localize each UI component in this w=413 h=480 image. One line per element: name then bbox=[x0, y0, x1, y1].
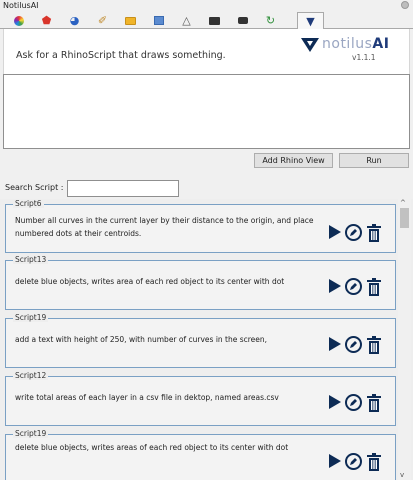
notilus-logo-icon: ▼ bbox=[306, 14, 315, 28]
tab-bar: ⬟ ◕ ✐ △ ↻ ▼ bbox=[0, 11, 413, 29]
camera-icon bbox=[237, 17, 248, 24]
run-button[interactable]: Run bbox=[339, 153, 409, 168]
script-actions bbox=[329, 394, 383, 412]
tab-image[interactable] bbox=[145, 13, 172, 28]
monitor-icon bbox=[209, 16, 220, 25]
prompt-instruction: Ask for a RhinoScript that draws somethi… bbox=[16, 50, 226, 61]
edit-script-icon[interactable] bbox=[345, 278, 362, 295]
run-script-icon[interactable] bbox=[329, 337, 341, 351]
script-list: Script6 Number all curves in the current… bbox=[0, 199, 413, 480]
pencil-icon: ✐ bbox=[97, 14, 108, 27]
scroll-thumb[interactable] bbox=[400, 208, 409, 228]
script-description: write total areas of each layer in a csv… bbox=[15, 393, 279, 402]
script-actions bbox=[329, 336, 383, 354]
delete-script-icon[interactable] bbox=[366, 453, 382, 471]
script-card: Script19 add a text with height of 250, … bbox=[5, 313, 396, 368]
delete-script-icon[interactable] bbox=[366, 278, 382, 296]
color-wheel-icon bbox=[13, 15, 24, 26]
shield-icon: ⬟ bbox=[41, 14, 52, 27]
edit-script-icon[interactable] bbox=[345, 453, 362, 470]
script-card: Script12 write total areas of each layer… bbox=[5, 371, 396, 426]
script-card: Script13 delete blue objects, writes are… bbox=[5, 255, 396, 310]
scroll-down-icon[interactable]: v bbox=[400, 471, 404, 479]
script-actions bbox=[329, 224, 383, 242]
run-script-icon[interactable] bbox=[329, 225, 341, 239]
edit-script-icon[interactable] bbox=[345, 394, 362, 411]
tab-globe[interactable]: ◕ bbox=[61, 13, 88, 28]
notilus-logo-mark-icon bbox=[301, 38, 319, 52]
vertical-scrollbar[interactable]: ^ v bbox=[398, 199, 411, 480]
tab-refresh[interactable]: ↻ bbox=[257, 13, 284, 28]
delete-script-icon[interactable] bbox=[366, 224, 382, 242]
logo-wordmark: notilusAI bbox=[322, 36, 389, 52]
script-name: Script19 bbox=[13, 429, 49, 438]
run-script-icon[interactable] bbox=[329, 454, 341, 468]
scroll-up-icon[interactable]: ^ bbox=[400, 199, 406, 207]
tab-monitor[interactable] bbox=[201, 13, 228, 28]
window-control-icon[interactable] bbox=[401, 1, 409, 9]
tab-pencil[interactable]: ✐ bbox=[89, 13, 116, 28]
script-name: Script6 bbox=[13, 199, 44, 208]
script-actions bbox=[329, 453, 383, 471]
script-description: delete blue objects, writes areas of eac… bbox=[15, 443, 289, 452]
tab-camera[interactable] bbox=[229, 13, 256, 28]
window-titlebar: NotilusAI bbox=[0, 0, 413, 11]
header-panel: Ask for a RhinoScript that draws somethi… bbox=[3, 29, 410, 74]
tab-notilus[interactable]: ▼ bbox=[297, 12, 324, 29]
run-script-icon[interactable] bbox=[329, 395, 341, 409]
logo-text-right: AI bbox=[372, 36, 390, 52]
folder-icon bbox=[125, 16, 136, 25]
version-label: v1.1.1 bbox=[352, 53, 376, 62]
add-rhino-view-button[interactable]: Add Rhino View bbox=[254, 153, 333, 168]
script-description: Number all curves in the current layer b… bbox=[15, 216, 314, 238]
refresh-icon: ↻ bbox=[265, 14, 276, 27]
delete-script-icon[interactable] bbox=[366, 394, 382, 412]
search-label: Search Script : bbox=[5, 183, 64, 192]
globe-icon: ◕ bbox=[69, 14, 80, 27]
script-name: Script19 bbox=[13, 313, 49, 322]
tab-bell[interactable]: △ bbox=[173, 13, 200, 28]
edit-script-icon[interactable] bbox=[345, 224, 362, 241]
script-card: Script6 Number all curves in the current… bbox=[5, 199, 396, 253]
script-card: Script19 delete blue objects, writes are… bbox=[5, 429, 396, 480]
image-icon bbox=[153, 16, 164, 25]
search-input[interactable] bbox=[67, 180, 179, 197]
tab-folder[interactable] bbox=[117, 13, 144, 28]
logo-text-left: notilus bbox=[322, 36, 373, 52]
delete-script-icon[interactable] bbox=[366, 336, 382, 354]
edit-script-icon[interactable] bbox=[345, 336, 362, 353]
script-actions bbox=[329, 278, 383, 296]
script-description: add a text with height of 250, with numb… bbox=[15, 335, 268, 344]
run-script-icon[interactable] bbox=[329, 279, 341, 293]
prompt-input[interactable] bbox=[3, 74, 410, 149]
window-title: NotilusAI bbox=[3, 1, 39, 10]
script-name: Script13 bbox=[13, 255, 49, 264]
script-description: delete blue objects, writes area of each… bbox=[15, 277, 285, 286]
tab-shield[interactable]: ⬟ bbox=[33, 13, 60, 28]
tab-color-wheel[interactable] bbox=[5, 13, 32, 28]
bell-icon: △ bbox=[182, 14, 191, 27]
script-name: Script12 bbox=[13, 371, 49, 380]
